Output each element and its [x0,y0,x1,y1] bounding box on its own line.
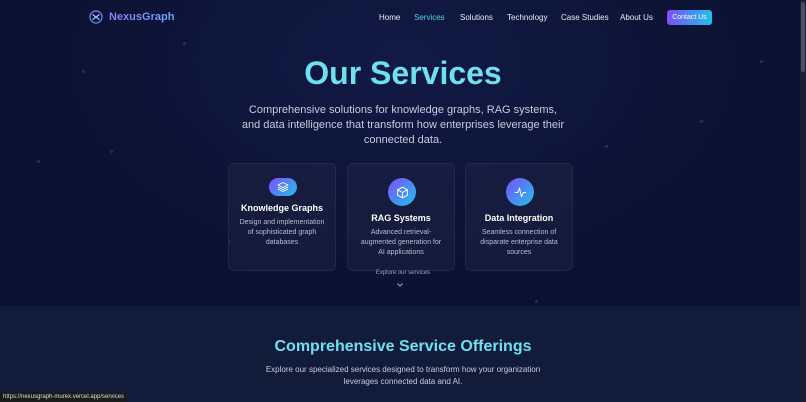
card-title: Data Integration [484,213,554,223]
service-card-rag-systems[interactable]: RAG Systems Advanced retrieval-augmented… [347,163,455,271]
scrollbar[interactable] [800,0,806,402]
service-card-data-integration[interactable]: Data Integration Seamless connection of … [465,163,573,271]
background-dot [183,42,186,45]
activity-icon [506,178,534,206]
background-dot [37,160,40,163]
logo-text: NexusGraph [109,11,175,23]
nav-case-studies[interactable]: Case Studies [561,13,609,22]
nav-about-us[interactable]: About Us [620,13,653,22]
top-navigation: NexusGraph Home Services Solutions Techn… [0,0,806,36]
card-description: Design and implementation of sophisticat… [239,219,325,246]
status-bar-url: https://nexusgraph-murex.vercel.app/serv… [0,392,128,402]
section-subtitle: Explore our specialized services designe… [265,365,541,386]
nav-solutions[interactable]: Solutions [460,13,493,22]
nav-technology[interactable]: Technology [507,13,547,22]
page-title: Our Services [304,55,502,91]
card-title: Knowledge Graphs [240,203,323,213]
network-logo-icon [89,10,103,24]
background-dot [535,300,538,303]
background-dot [605,145,608,148]
chevron-down-icon[interactable] [396,281,404,289]
scrollbar-thumb[interactable] [801,2,805,72]
service-card-knowledge-graphs[interactable]: Knowledge Graphs Design and implementati… [228,163,336,271]
background-dot [700,120,703,123]
card-description: Advanced retrieval-augmented generation … [360,229,442,256]
cube-icon [388,178,416,206]
contact-us-button[interactable]: Contact Us [667,10,712,25]
logo[interactable]: NexusGraph [89,10,174,24]
nav-services[interactable]: Services [414,13,445,22]
explore-services-link[interactable]: Explore our services [0,270,806,276]
background-dot [110,150,113,153]
card-description: Seamless connection of disparate enterpr… [480,229,558,256]
section-title: Comprehensive Service Offerings [274,338,532,355]
card-title: RAG Systems [371,213,431,223]
hero-subtitle: Comprehensive solutions for knowledge gr… [241,104,565,146]
layers-icon [269,178,297,196]
nav-home[interactable]: Home [379,13,400,22]
